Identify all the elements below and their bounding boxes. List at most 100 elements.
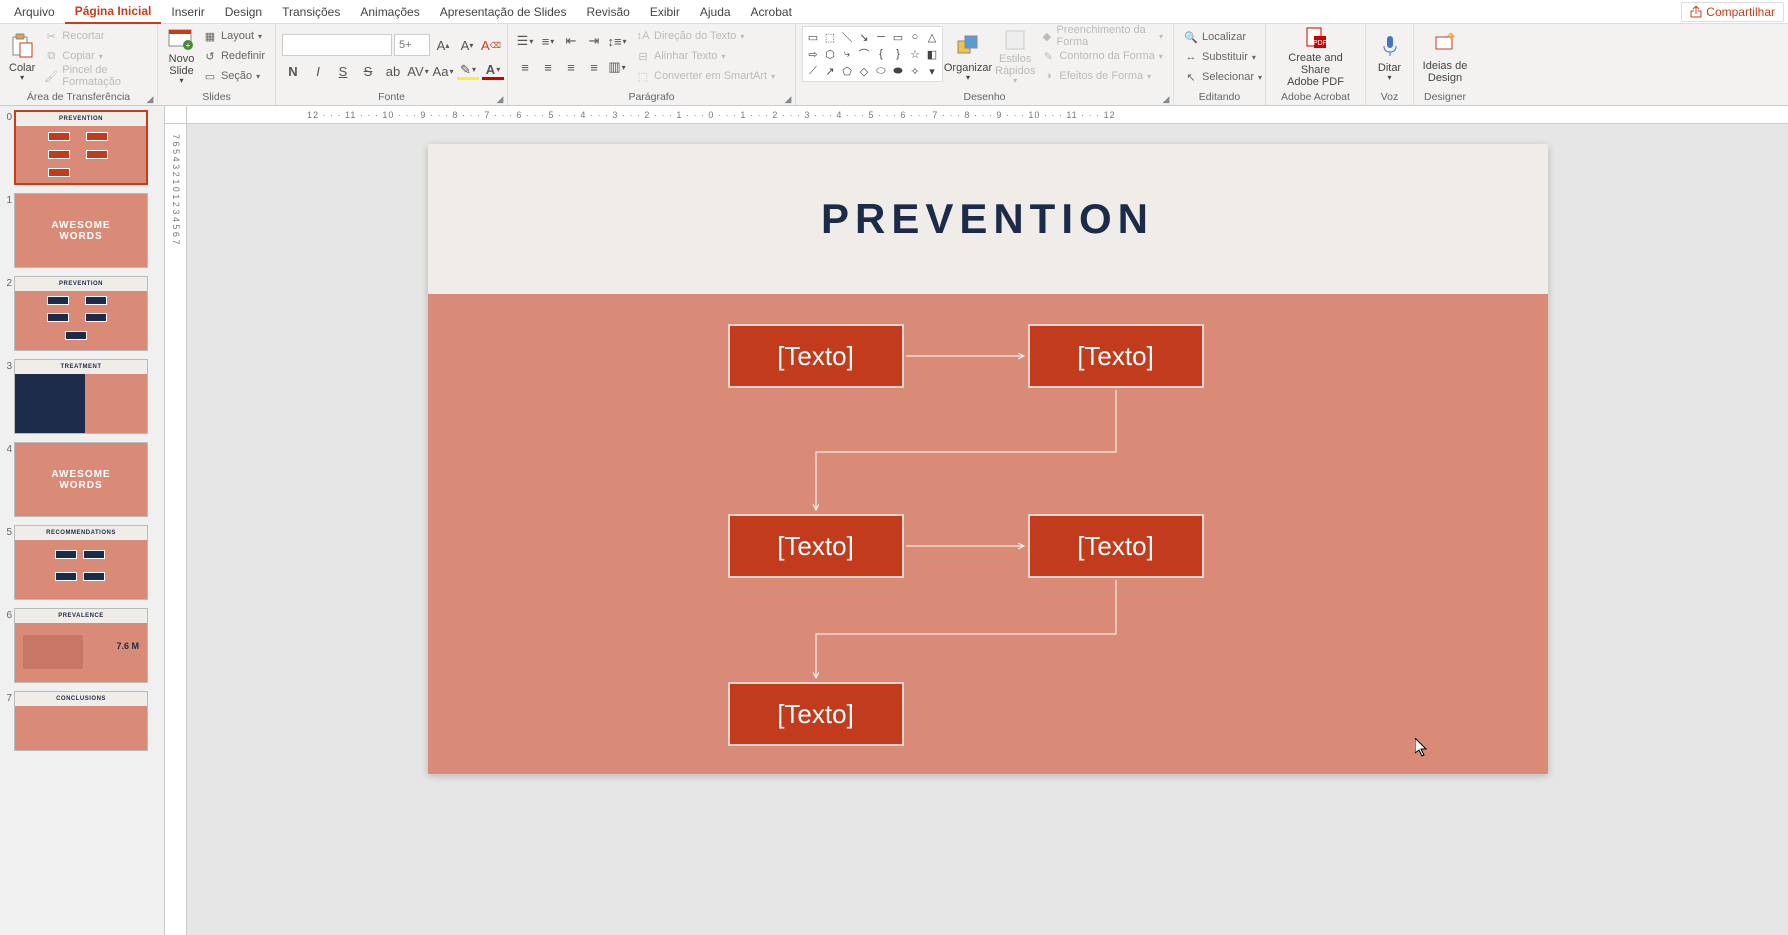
thumb-1[interactable]: AWESOME WORDS	[14, 193, 148, 268]
dictate-button[interactable]: Ditar▾	[1372, 26, 1407, 88]
smartart-box-5[interactable]: [Texto]	[728, 682, 904, 746]
shape-rect-icon[interactable]: ▭	[805, 29, 821, 45]
paste-button[interactable]: Colar ▾	[6, 26, 38, 88]
shape-more2-icon[interactable]: ↗	[822, 63, 838, 79]
smartart-box-4[interactable]: [Texto]	[1028, 514, 1204, 578]
slide-body[interactable]: [Texto] [Texto] [Texto] [Texto] [Texto]	[428, 294, 1548, 774]
thumb-7[interactable]: CONCLUSIONS	[14, 691, 148, 751]
font-color-icon[interactable]: A▾	[482, 62, 504, 80]
shape-tri-icon[interactable]: △	[924, 29, 940, 45]
shape-callout-icon[interactable]: ◧	[924, 46, 940, 62]
clipboard-launcher[interactable]: ◢	[145, 94, 155, 104]
design-ideas-button[interactable]: Ideias de Design	[1420, 26, 1470, 88]
format-painter-button[interactable]: 🖌 Pincel de Formatação	[40, 66, 151, 86]
bold-icon[interactable]: N	[282, 60, 304, 82]
align-right-icon[interactable]: ≡	[560, 56, 582, 78]
shape-effects-button[interactable]: ◑ Efeitos de Forma▾	[1037, 66, 1167, 86]
tab-revisao[interactable]: Revisão	[576, 1, 639, 23]
shape-more6-icon[interactable]: ⬬	[890, 63, 906, 79]
cut-button[interactable]: ✂ Recortar	[40, 26, 151, 46]
shape-arrow-icon[interactable]: ↘	[856, 29, 872, 45]
shape-brace-l-icon[interactable]: {	[873, 46, 889, 62]
shape-textbox-icon[interactable]: ⬚	[822, 29, 838, 45]
replace-button[interactable]: ↔ Substituir▾	[1180, 47, 1260, 67]
italic-icon[interactable]: I	[307, 60, 329, 82]
tab-ajuda[interactable]: Ajuda	[690, 1, 741, 23]
shadow-icon[interactable]: ab	[382, 60, 404, 82]
convert-smartart-button[interactable]: ⬚ Converter em SmartArt▾	[632, 66, 779, 86]
section-button[interactable]: ▭ Seção▾	[199, 66, 269, 86]
line-spacing-icon[interactable]: ↕≡▾	[606, 30, 628, 52]
ruler-horizontal[interactable]: 12 · · · 11 · · · 10 · · · 9 · · · 8 · ·…	[187, 106, 1788, 124]
char-spacing-icon[interactable]: AV▾	[407, 60, 429, 82]
create-pdf-button[interactable]: PDF Create and Share Adobe PDF	[1272, 26, 1359, 88]
shape-more3-icon[interactable]: ⬠	[839, 63, 855, 79]
quick-styles-button[interactable]: Estilos Rápidos▾	[993, 26, 1037, 88]
tab-transicoes[interactable]: Transições	[272, 1, 350, 23]
thumb-4[interactable]: AWESOME WORDS	[14, 442, 148, 517]
ruler-vertical[interactable]: 7 6 5 4 3 2 1 0 1 2 3 4 5 6 7	[165, 124, 187, 935]
font-name-input[interactable]	[282, 34, 392, 56]
decrease-font-icon[interactable]: A▾	[456, 34, 478, 56]
shape-oval-icon[interactable]: ○	[907, 29, 923, 45]
clear-format-icon[interactable]: A⌫	[480, 34, 502, 56]
shape-more5-icon[interactable]: ⬭	[873, 63, 889, 79]
shape-arrowr-icon[interactable]: ⇨	[805, 46, 821, 62]
reset-button[interactable]: ↺ Redefinir	[199, 46, 269, 66]
highlight-icon[interactable]: ✎▾	[457, 62, 479, 80]
new-slide-button[interactable]: + Novo Slide ▾	[164, 26, 199, 88]
tab-inserir[interactable]: Inserir	[161, 1, 214, 23]
copy-button[interactable]: ⧉ Copiar ▾	[40, 46, 151, 66]
change-case-icon[interactable]: Aa▾	[432, 60, 454, 82]
shape-more1-icon[interactable]: ⟋	[805, 63, 821, 79]
shape-rect2-icon[interactable]: ▭	[890, 29, 906, 45]
align-left-icon[interactable]: ≡	[514, 56, 536, 78]
shape-hex-icon[interactable]: ⬡	[822, 46, 838, 62]
shape-more4-icon[interactable]: ◇	[856, 63, 872, 79]
numbering-icon[interactable]: ≡▾	[537, 30, 559, 52]
thumb-0[interactable]: PREVENTION	[14, 110, 148, 185]
layout-button[interactable]: ▦ Layout▾	[199, 26, 269, 46]
shape-line-icon[interactable]: ＼	[839, 29, 855, 45]
thumb-3[interactable]: TREATMENT	[14, 359, 148, 434]
shape-line2-icon[interactable]: ─	[873, 29, 889, 45]
strike-icon[interactable]: S	[357, 60, 379, 82]
select-button[interactable]: ↖ Selecionar▾	[1180, 67, 1266, 87]
tab-animacoes[interactable]: Animações	[350, 1, 429, 23]
increase-indent-icon[interactable]: ⇥	[583, 30, 605, 52]
shapes-gallery[interactable]: ▭ ⬚ ＼ ↘ ─ ▭ ○ △ ⇨ ⬡ ⤷ ⌒ { } ☆ ◧ ⟋ ↗ ⬠ ◇	[802, 26, 943, 82]
decrease-indent-icon[interactable]: ⇤	[560, 30, 582, 52]
font-size-input[interactable]	[394, 34, 430, 56]
slide-thumbnails[interactable]: 0 PREVENTION 1 AWESOME WORDS 2 PREVENTIO…	[0, 106, 165, 935]
paragraph-launcher[interactable]: ◢	[783, 94, 793, 104]
tab-acrobat[interactable]: Acrobat	[741, 1, 802, 23]
canvas[interactable]: PREVENTION [Texto] [Texto] [Texto] [Text…	[187, 124, 1788, 935]
shape-connector-icon[interactable]: ⤷	[839, 46, 855, 62]
shape-star-icon[interactable]: ☆	[907, 46, 923, 62]
share-button[interactable]: Compartilhar	[1681, 2, 1784, 22]
find-button[interactable]: 🔍 Localizar	[1180, 27, 1250, 47]
justify-icon[interactable]: ≡	[583, 56, 605, 78]
shape-fill-button[interactable]: ◆ Preenchimento da Forma▾	[1037, 26, 1167, 46]
align-center-icon[interactable]: ≡	[537, 56, 559, 78]
slide[interactable]: PREVENTION [Texto] [Texto] [Texto] [Text…	[428, 144, 1548, 774]
thumb-5[interactable]: RECOMMENDATIONS	[14, 525, 148, 600]
shapes-expand-icon[interactable]: ▾	[924, 63, 940, 79]
smartart-box-1[interactable]: [Texto]	[728, 324, 904, 388]
align-text-button[interactable]: ⊟ Alinhar Texto▾	[632, 46, 779, 66]
tab-pagina-inicial[interactable]: Página Inicial	[65, 0, 162, 24]
font-launcher[interactable]: ◢	[495, 94, 505, 104]
tab-exibir[interactable]: Exibir	[640, 1, 690, 23]
underline-icon[interactable]: S	[332, 60, 354, 82]
tab-apresentacao[interactable]: Apresentação de Slides	[430, 1, 577, 23]
increase-font-icon[interactable]: A▴	[432, 34, 454, 56]
shape-outline-button[interactable]: ✎ Contorno da Forma▾	[1037, 46, 1167, 66]
shape-more7-icon[interactable]: ✧	[907, 63, 923, 79]
text-direction-button[interactable]: ↕A Direção do Texto▾	[632, 26, 779, 46]
tab-design[interactable]: Design	[215, 1, 272, 23]
arrange-button[interactable]: Organizar▾	[943, 26, 993, 88]
smartart-box-2[interactable]: [Texto]	[1028, 324, 1204, 388]
thumb-6[interactable]: PREVALENCE 7.6 M	[14, 608, 148, 683]
columns-icon[interactable]: ▥▾	[606, 56, 628, 78]
shape-arc-icon[interactable]: ⌒	[856, 46, 872, 62]
